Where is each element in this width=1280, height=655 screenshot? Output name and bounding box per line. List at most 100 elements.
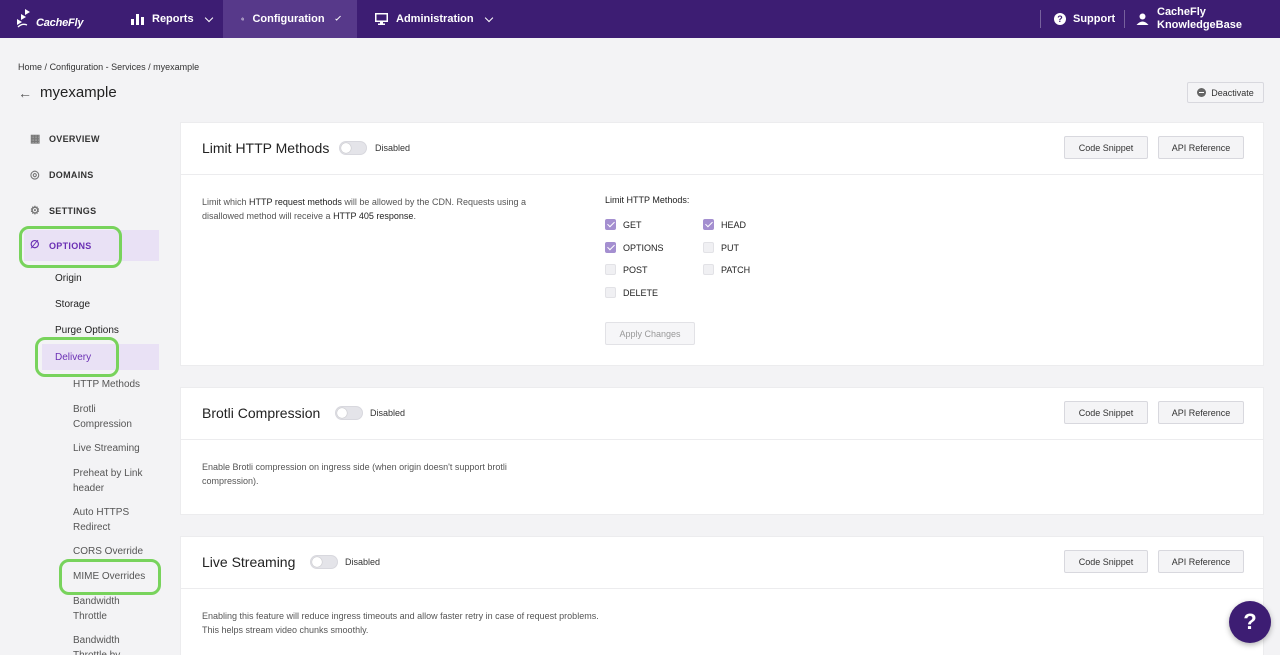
grid-icon: ▦ — [30, 132, 41, 145]
card-header: Live Streaming Disabled Code Snippet API… — [181, 537, 1263, 589]
deactivate-label: Deactivate — [1211, 87, 1254, 98]
toggle-status: Disabled — [345, 557, 381, 567]
globe-icon: ◎ — [30, 168, 40, 181]
card-http-methods: Limit HTTP Methods Disabled Code Snippet… — [180, 122, 1264, 366]
nav-reports[interactable]: Reports — [113, 0, 230, 38]
nav-knowledgebase[interactable]: CacheFly KnowledgeBase — [1136, 0, 1242, 38]
sidebar-item-preheat[interactable]: Preheat by Link header — [73, 466, 153, 496]
card-title: Brotli Compression — [202, 405, 321, 421]
sidebar-settings-label: SETTINGS — [49, 206, 97, 216]
code-snippet-button[interactable]: Code Snippet — [1064, 550, 1148, 573]
method-get-checkbox[interactable]: GET — [605, 219, 642, 230]
method-head-checkbox[interactable]: HEAD — [703, 219, 746, 230]
card-description: Enabling this feature will reduce ingres… — [202, 611, 599, 635]
nav-divider — [1124, 10, 1125, 28]
nav-support[interactable]: ? Support — [1054, 0, 1115, 38]
back-arrow-icon[interactable]: ← — [18, 85, 32, 101]
sidebar-item-delivery[interactable]: Delivery — [42, 344, 159, 370]
sidebar-overview-label: OVERVIEW — [49, 134, 100, 144]
user-icon — [1136, 13, 1149, 25]
checkbox-checked-icon — [605, 242, 616, 253]
breadcrumb-home[interactable]: Home — [18, 62, 42, 72]
checkbox-empty-icon — [703, 242, 714, 253]
sidebar-item-storage[interactable]: Storage — [55, 299, 90, 310]
sidebar-item-auto-https[interactable]: Auto HTTPS Redirect — [73, 505, 153, 535]
enable-toggle[interactable] — [339, 141, 367, 155]
cachefly-logo[interactable]: CacheFly — [16, 6, 84, 32]
method-label: GET — [623, 219, 642, 230]
bar-chart-icon — [131, 13, 144, 25]
method-label: HEAD — [721, 219, 747, 230]
help-circle-icon: ? — [1054, 13, 1066, 25]
card-brotli: Brotli Compression Disabled Code Snippet… — [180, 387, 1264, 515]
toggle-status: Disabled — [370, 408, 406, 418]
methods-title: Limit HTTP Methods: — [605, 195, 690, 205]
sidebar-item-settings[interactable]: ⚙ SETTINGS — [30, 196, 158, 226]
sidebar-item-bandwidth-by[interactable]: Bandwidth Throttle by — [73, 633, 153, 655]
nav-configuration-label: Configuration — [252, 13, 325, 25]
gear-icon — [241, 17, 245, 21]
method-delete-checkbox[interactable]: DELETE — [605, 287, 658, 298]
nav-configuration[interactable]: Configuration — [223, 0, 357, 38]
code-snippet-button[interactable]: Code Snippet — [1064, 401, 1148, 424]
checkbox-empty-icon — [703, 264, 714, 275]
card-header: Brotli Compression Disabled Code Snippet… — [181, 388, 1263, 440]
desc-text: Limit which — [202, 197, 250, 207]
page-title: myexample — [40, 84, 117, 101]
sidebar-item-overview[interactable]: ▦ OVERVIEW — [30, 124, 158, 154]
card-live-streaming: Live Streaming Disabled Code Snippet API… — [180, 536, 1264, 655]
breadcrumb: Home / Configuration - Services / myexam… — [18, 62, 199, 72]
desc-emphasis: HTTP 405 response — [333, 211, 414, 221]
sidebar-item-options[interactable]: ∅ OPTIONS — [24, 230, 159, 261]
method-options-checkbox[interactable]: OPTIONS — [605, 242, 664, 253]
chevron-down-icon — [484, 13, 493, 22]
sidebar-item-cors[interactable]: CORS Override — [73, 544, 153, 559]
sidebar-domains-label: DOMAINS — [49, 170, 94, 180]
logo-text: CacheFly — [36, 17, 84, 29]
code-snippet-button[interactable]: Code Snippet — [1064, 136, 1148, 159]
breadcrumb-services[interactable]: Configuration - Services — [50, 62, 146, 72]
breadcrumb-separator: / — [44, 62, 48, 72]
method-label: PATCH — [721, 264, 751, 275]
card-title: Live Streaming — [202, 554, 296, 570]
sidebar-item-domains[interactable]: ◎ DOMAINS — [30, 160, 158, 190]
nav-administration-label: Administration — [396, 13, 474, 25]
sidebar-item-bandwidth[interactable]: Bandwidth Throttle — [73, 594, 153, 624]
api-reference-button[interactable]: API Reference — [1158, 136, 1244, 159]
nav-divider — [1040, 10, 1041, 28]
sidebar-item-origin[interactable]: Origin — [55, 273, 82, 284]
method-label: POST — [623, 264, 648, 275]
method-post-checkbox[interactable]: POST — [605, 264, 648, 275]
checkbox-checked-icon — [605, 219, 616, 230]
api-reference-button[interactable]: API Reference — [1158, 401, 1244, 424]
gear-icon: ⚙ — [30, 204, 41, 217]
sidebar-item-brotli[interactable]: Brotli Compression — [73, 402, 153, 432]
card-description: Limit which HTTP request methods will be… — [202, 195, 562, 223]
desc-emphasis: HTTP request methods — [249, 197, 342, 207]
api-reference-button[interactable]: API Reference — [1158, 550, 1244, 573]
sidebar-item-mime[interactable]: MIME Overrides — [73, 569, 153, 584]
apply-changes-button[interactable]: Apply Changes — [605, 322, 695, 345]
sidebar-item-live-streaming[interactable]: Live Streaming — [73, 441, 153, 456]
logo-mark-icon — [17, 9, 30, 28]
sidebar-item-http-methods[interactable]: HTTP Methods — [73, 377, 153, 392]
nav-support-label: Support — [1073, 13, 1116, 25]
nav-reports-label: Reports — [152, 13, 194, 25]
desc-text: . — [413, 211, 416, 221]
enable-toggle[interactable] — [335, 406, 363, 420]
top-navbar: CacheFly Reports Configuration Administr… — [0, 0, 1280, 38]
method-put-checkbox[interactable]: PUT — [703, 242, 739, 253]
deactivate-button[interactable]: Deactivate — [1187, 82, 1264, 103]
enable-toggle[interactable] — [310, 555, 338, 569]
method-patch-checkbox[interactable]: PATCH — [703, 264, 750, 275]
page-header: ← myexample — [18, 84, 117, 101]
nav-kb-line2: KnowledgeBase — [1157, 19, 1242, 31]
toggle-status: Disabled — [375, 143, 411, 153]
nav-administration[interactable]: Administration — [357, 0, 510, 38]
sidebar-item-purge-options[interactable]: Purge Options — [55, 325, 119, 336]
card-header: Limit HTTP Methods Disabled Code Snippet… — [181, 123, 1263, 175]
method-label: OPTIONS — [623, 242, 664, 253]
chevron-down-icon — [334, 14, 341, 21]
help-button[interactable]: ? — [1229, 601, 1271, 643]
card-title: Limit HTTP Methods — [202, 140, 330, 156]
